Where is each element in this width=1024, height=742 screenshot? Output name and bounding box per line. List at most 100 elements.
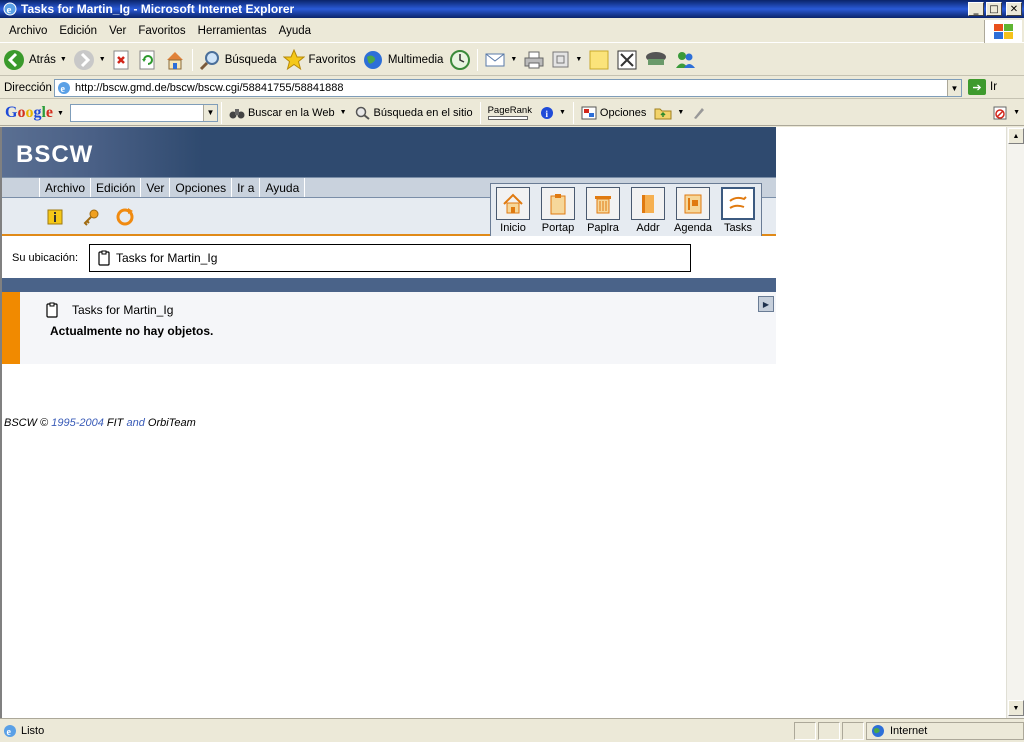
back-dropdown-icon[interactable]: ▼ [60, 56, 67, 63]
bscw-logo: BSCW [16, 141, 94, 168]
nav-tab-portap[interactable]: Portap [537, 187, 579, 234]
bscw-menu-ayuda[interactable]: Ayuda [260, 178, 306, 197]
minimize-button[interactable]: _ [968, 2, 984, 16]
print-icon [524, 51, 544, 68]
nav-tab-agenda[interactable]: Agenda [672, 187, 714, 234]
up-folder-button[interactable]: ▼ [650, 106, 688, 120]
scroll-down-icon[interactable]: ▼ [1008, 700, 1024, 716]
footer-years-link[interactable]: 1995-2004 [51, 417, 104, 429]
discuss-button[interactable] [585, 46, 613, 74]
scroll-up-icon[interactable]: ▲ [1008, 128, 1024, 144]
address-url[interactable]: http://bscw.gmd.de/bscw/bscw.cgi/5884175… [75, 82, 947, 94]
address-dropdown-icon[interactable]: ▼ [947, 80, 961, 96]
standard-toolbar: Atrás ▼ ▼ Búsqueda Favoritos Multimedia … [0, 44, 1024, 76]
google-logo-button[interactable]: Google ▼ [0, 104, 64, 122]
pagerank-indicator[interactable]: PageRank [484, 105, 536, 120]
location-breadcrumb[interactable]: Tasks for Martin_Ig [89, 244, 691, 272]
page-status-icon: e [4, 724, 16, 738]
vertical-scrollbar[interactable]: ▲ ▼ [1006, 127, 1024, 718]
bscw-menu-opciones[interactable]: Opciones [170, 178, 233, 197]
address-input[interactable]: e http://bscw.gmd.de/bscw/bscw.cgi/58841… [54, 79, 962, 97]
nav-tab-label: Portap [541, 222, 575, 234]
research-button[interactable] [641, 46, 671, 74]
status-text: Listo [21, 724, 45, 737]
edit-button[interactable]: ▼ [548, 46, 585, 74]
home-icon [166, 51, 183, 69]
highlight-button[interactable] [688, 106, 710, 120]
home-button[interactable] [161, 46, 189, 74]
search-button[interactable]: Búsqueda [196, 46, 280, 74]
google-search-dropdown-icon[interactable]: ▼ [202, 104, 217, 121]
address-label: Dirección [4, 81, 52, 94]
favorites-button[interactable]: Favoritos [280, 46, 359, 74]
multimedia-label: Multimedia [387, 53, 444, 66]
forward-arrow-icon [73, 49, 94, 70]
nav-tab-inicio[interactable]: Inicio [492, 187, 534, 234]
search-web-button[interactable]: Buscar en la Web ▼ [225, 106, 351, 120]
print-button[interactable] [520, 46, 548, 74]
address-bar: Dirección e http://bscw.gmd.de/bscw/bscw… [0, 77, 1024, 99]
nav-tab-tasks[interactable]: Tasks [717, 187, 759, 234]
maximize-button[interactable]: □ [986, 2, 1002, 16]
folder-content: Tasks for Martin_Ig Actualmente no hay o… [2, 292, 776, 364]
menu-ayuda[interactable]: Ayuda [273, 25, 317, 37]
bscw-menu-ver[interactable]: Ver [141, 178, 171, 197]
windows-logo-icon [984, 20, 1022, 43]
mail-icon [485, 53, 505, 66]
up-folder-dropdown-icon[interactable]: ▼ [677, 109, 684, 116]
bscw-menu-edicion[interactable]: Edición [91, 178, 142, 197]
svg-text:e: e [7, 727, 12, 738]
bscw-header: BSCW [2, 127, 776, 177]
selection-marker [2, 292, 20, 364]
bscw-menu-archivo[interactable]: Archivo [40, 178, 92, 197]
mail-button[interactable]: ▼ [481, 46, 520, 74]
back-button[interactable]: Atrás ▼ [0, 46, 70, 74]
menu-herramientas[interactable]: Herramientas [192, 25, 273, 37]
nav-tab-label: Addr [636, 222, 660, 234]
sync-icon[interactable] [114, 206, 136, 228]
google-menu-dropdown-icon[interactable]: ▼ [57, 109, 64, 117]
refresh-button[interactable] [135, 46, 161, 74]
mail-dropdown-icon[interactable]: ▼ [510, 56, 517, 63]
page-info-button[interactable]: i ▼ [536, 106, 570, 120]
info-icon[interactable] [46, 208, 64, 226]
forward-button[interactable]: ▼ [70, 46, 109, 74]
popup-blocker-icon [993, 106, 1007, 119]
history-icon [450, 49, 471, 70]
toolbar-separator [191, 48, 193, 71]
close-button[interactable]: ✕ [1006, 2, 1022, 16]
favorites-star-icon [282, 48, 305, 70]
edit-dropdown-icon[interactable]: ▼ [575, 56, 582, 63]
nav-tab-addr[interactable]: Addr [627, 187, 669, 234]
history-button[interactable] [446, 46, 474, 74]
search-site-button[interactable]: Búsqueda en el sitio [351, 106, 477, 120]
options-button[interactable]: Opciones [577, 106, 650, 120]
menu-favoritos[interactable]: Favoritos [132, 25, 191, 37]
note-icon [589, 50, 609, 69]
page-info-dropdown-icon[interactable]: ▼ [559, 109, 566, 116]
multimedia-button[interactable]: Multimedia [359, 46, 447, 74]
search-icon [199, 50, 219, 70]
forward-dropdown-icon[interactable]: ▼ [99, 56, 106, 63]
footer-prefix: BSCW © [4, 417, 49, 429]
messenger-button[interactable] [613, 46, 641, 74]
popup-blocker-dropdown-icon[interactable]: ▼ [1013, 109, 1020, 116]
search-web-dropdown-icon[interactable]: ▼ [340, 109, 347, 116]
go-arrow-icon: ➔ [968, 79, 986, 95]
menu-edicion[interactable]: Edición [53, 25, 103, 37]
status-pane [794, 721, 816, 740]
messenger-people-button[interactable] [671, 46, 699, 74]
search-web-label: Buscar en la Web [247, 106, 335, 119]
stop-button[interactable] [109, 46, 135, 74]
location-text[interactable]: Tasks for Martin_Ig [116, 251, 217, 265]
go-button[interactable]: ➔ Ir [968, 79, 997, 95]
bscw-menu-ir-a[interactable]: Ir a [232, 178, 261, 197]
nav-tab-paplra[interactable]: Paplra [582, 187, 624, 234]
expand-arrow-icon[interactable]: ▶ [758, 296, 774, 312]
menu-archivo[interactable]: Archivo [0, 25, 53, 37]
window-title: Tasks for Martin_Ig - Microsoft Internet… [21, 2, 295, 16]
popup-blocker-button[interactable]: ▼ [988, 105, 1024, 121]
menu-ver[interactable]: Ver [103, 25, 132, 37]
google-search-input[interactable]: ▼ [69, 103, 218, 122]
key-icon[interactable] [82, 208, 100, 226]
